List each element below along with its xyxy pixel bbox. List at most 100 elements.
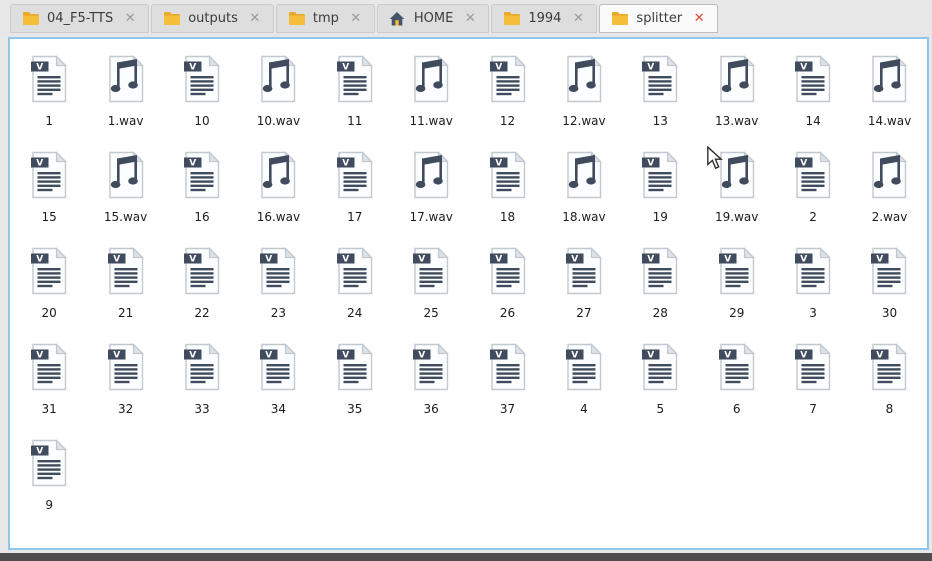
file-item[interactable]: V 16 <box>164 151 240 247</box>
file-item[interactable]: V 37 <box>469 343 545 439</box>
svg-text:V: V <box>36 351 43 361</box>
file-item[interactable]: V 36 <box>393 343 469 439</box>
file-item[interactable]: V 29 <box>699 247 775 343</box>
tab-label: outputs <box>188 11 238 26</box>
file-item[interactable]: 1.wav <box>87 55 163 151</box>
file-label: 23 <box>271 306 286 320</box>
text-file-icon: V <box>182 55 222 103</box>
audio-file-icon <box>106 55 146 103</box>
file-label: 27 <box>576 306 591 320</box>
svg-text:V: V <box>189 63 196 73</box>
file-item[interactable]: V 18 <box>469 151 545 247</box>
tab-outputs[interactable]: outputs ✕ <box>151 4 274 33</box>
file-item[interactable]: V 11 <box>317 55 393 151</box>
svg-text:V: V <box>571 351 578 361</box>
text-file-icon: V <box>869 247 909 295</box>
file-item[interactable]: V 30 <box>851 247 927 343</box>
text-file-icon: V <box>793 55 833 103</box>
file-label: 14.wav <box>868 114 911 128</box>
file-label: 19 <box>653 210 668 224</box>
file-browser-view[interactable]: V 1 <box>8 37 929 550</box>
file-item[interactable]: V 32 <box>87 343 163 439</box>
tab-close-icon[interactable]: ✕ <box>123 12 137 25</box>
file-item[interactable]: 16.wav <box>240 151 316 247</box>
file-item[interactable]: V 25 <box>393 247 469 343</box>
file-item[interactable]: 11.wav <box>393 55 469 151</box>
audio-file-icon <box>258 151 298 199</box>
text-file-icon: V <box>717 343 757 391</box>
file-item[interactable]: V 31 <box>11 343 87 439</box>
text-file-icon: V <box>182 151 222 199</box>
file-item[interactable]: V 9 <box>11 439 87 535</box>
svg-text:V: V <box>266 255 273 265</box>
text-file-icon: V <box>182 343 222 391</box>
file-item[interactable]: V 3 <box>775 247 851 343</box>
file-item[interactable]: 18.wav <box>546 151 622 247</box>
audio-file-icon <box>564 151 604 199</box>
svg-text:V: V <box>342 351 349 361</box>
file-item[interactable]: V 17 <box>317 151 393 247</box>
text-file-icon: V <box>106 343 146 391</box>
file-item[interactable]: V 1 <box>11 55 87 151</box>
file-item[interactable]: V 10 <box>164 55 240 151</box>
tab-label: HOME <box>414 11 453 26</box>
file-item[interactable]: V 6 <box>699 343 775 439</box>
file-item[interactable]: V 27 <box>546 247 622 343</box>
file-item[interactable]: V 12 <box>469 55 545 151</box>
file-item[interactable]: V 2 <box>775 151 851 247</box>
text-file-icon: V <box>640 343 680 391</box>
audio-file-icon <box>411 55 451 103</box>
file-label: 17.wav <box>409 210 452 224</box>
file-item[interactable]: V 23 <box>240 247 316 343</box>
text-file-icon: V <box>793 151 833 199</box>
file-item[interactable]: V 24 <box>317 247 393 343</box>
file-item[interactable]: 14.wav <box>851 55 927 151</box>
tab-close-icon[interactable]: ✕ <box>349 12 363 25</box>
file-item[interactable]: 12.wav <box>546 55 622 151</box>
file-item[interactable]: V 22 <box>164 247 240 343</box>
file-item[interactable]: 13.wav <box>699 55 775 151</box>
file-item[interactable]: V 33 <box>164 343 240 439</box>
file-label: 1 <box>45 114 53 128</box>
file-item[interactable]: 19.wav <box>699 151 775 247</box>
file-label: 17 <box>347 210 362 224</box>
tab-close-icon[interactable]: ✕ <box>463 12 477 25</box>
file-item[interactable]: 17.wav <box>393 151 469 247</box>
tab-splitter[interactable]: splitter ✕ <box>599 4 718 33</box>
file-item[interactable]: V 26 <box>469 247 545 343</box>
file-item[interactable]: 2.wav <box>851 151 927 247</box>
tab-1994[interactable]: 1994 ✕ <box>491 4 597 33</box>
tab-close-icon[interactable]: ✕ <box>692 12 706 25</box>
svg-text:V: V <box>724 351 731 361</box>
file-item[interactable]: V 15 <box>11 151 87 247</box>
text-file-icon: V <box>564 247 604 295</box>
file-label: 21 <box>118 306 133 320</box>
file-label: 29 <box>729 306 744 320</box>
tab-home[interactable]: HOME ✕ <box>377 4 489 33</box>
file-item[interactable]: V 7 <box>775 343 851 439</box>
file-item[interactable]: V 8 <box>851 343 927 439</box>
file-label: 28 <box>653 306 668 320</box>
file-item[interactable]: V 14 <box>775 55 851 151</box>
file-item[interactable]: V 13 <box>622 55 698 151</box>
file-item[interactable]: V 21 <box>87 247 163 343</box>
file-grid: V 1 <box>10 39 927 535</box>
file-item[interactable]: V 20 <box>11 247 87 343</box>
tab-04-f5-tts[interactable]: 04_F5-TTS ✕ <box>10 4 149 33</box>
file-item[interactable]: V 35 <box>317 343 393 439</box>
svg-text:V: V <box>495 63 502 73</box>
file-item[interactable]: 10.wav <box>240 55 316 151</box>
file-item[interactable]: 15.wav <box>87 151 163 247</box>
file-item[interactable]: V 4 <box>546 343 622 439</box>
file-item[interactable]: V 34 <box>240 343 316 439</box>
file-item[interactable]: V 19 <box>622 151 698 247</box>
file-label: 15.wav <box>104 210 147 224</box>
file-item[interactable]: V 28 <box>622 247 698 343</box>
tab-close-icon[interactable]: ✕ <box>248 12 262 25</box>
tab-tmp[interactable]: tmp ✕ <box>276 4 375 33</box>
svg-text:V: V <box>495 159 502 169</box>
tab-close-icon[interactable]: ✕ <box>571 12 585 25</box>
file-label: 10 <box>194 114 209 128</box>
file-item[interactable]: V 5 <box>622 343 698 439</box>
text-file-icon: V <box>29 343 69 391</box>
